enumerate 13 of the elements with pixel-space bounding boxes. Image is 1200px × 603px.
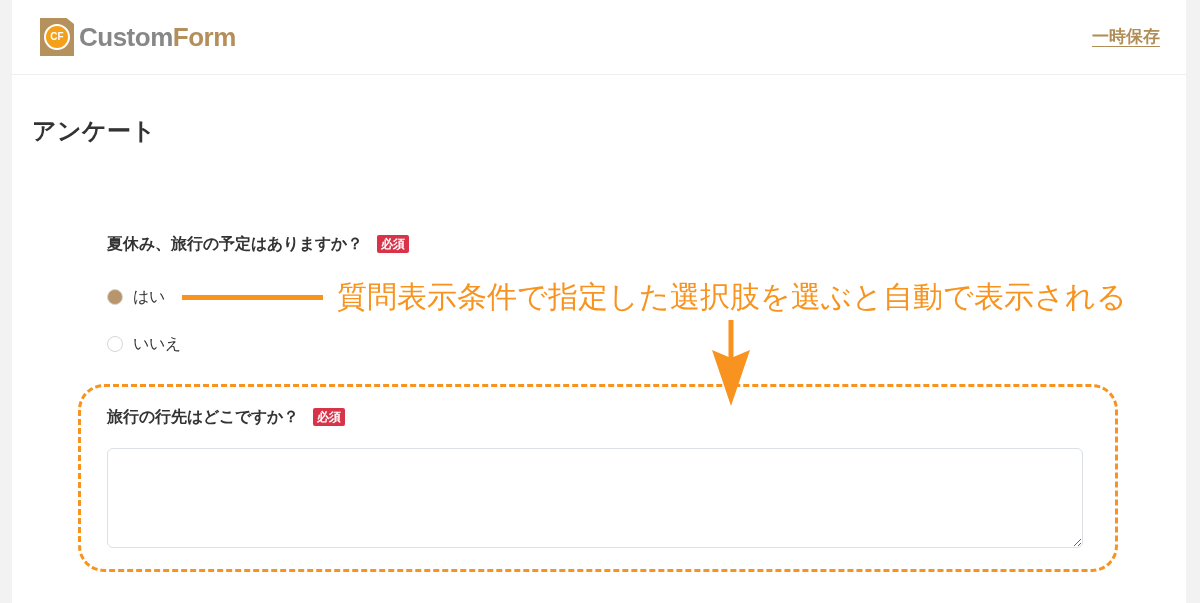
answer-field[interactable] <box>107 448 1083 548</box>
required-badge: 必須 <box>313 408 345 426</box>
radio-button[interactable] <box>107 336 123 352</box>
annotation-text: 質問表示条件で指定した選択肢を選ぶと自動で表示される <box>337 279 1127 315</box>
logo-mark: CF <box>40 18 74 56</box>
question-label: 夏休み、旅行の予定はありますか？ <box>107 234 363 254</box>
radio-label[interactable]: いいえ <box>133 332 181 356</box>
radio-label[interactable]: はい <box>133 285 165 309</box>
question-label: 旅行の行先はどこですか？ <box>107 407 299 427</box>
radio-button[interactable] <box>107 289 123 305</box>
page-title: アンケート <box>32 116 156 146</box>
logo-text: CustomForm <box>79 21 236 53</box>
required-badge: 必須 <box>377 235 409 253</box>
